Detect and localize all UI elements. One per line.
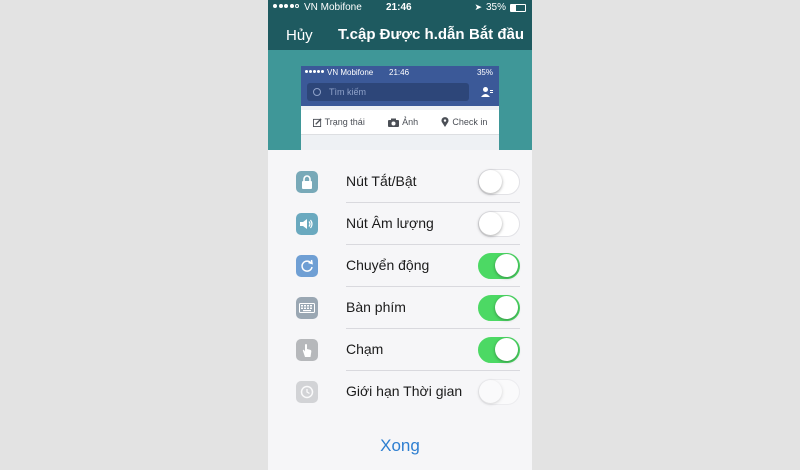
time-limit-toggle[interactable]	[478, 379, 520, 405]
cancel-button[interactable]: Hủy	[286, 27, 313, 44]
touch-toggle[interactable]	[478, 337, 520, 363]
preview-signal-icon	[305, 70, 324, 73]
lock-icon	[296, 171, 318, 193]
preview-time: 21:46	[389, 68, 410, 77]
option-row-volume[interactable]: Nút Âm lượng	[268, 203, 532, 245]
toggle-knob	[495, 254, 518, 277]
option-row-time-limit[interactable]: Giới hạn Thời gian	[268, 371, 532, 413]
option-label: Bàn phím	[346, 299, 406, 315]
preview-battery: 35%	[476, 68, 493, 77]
preview-action-status: Trạng thái	[312, 117, 365, 127]
volume-toggle[interactable]	[478, 211, 520, 237]
preview-action-photo: Ảnh	[388, 117, 418, 127]
battery-icon	[510, 3, 526, 12]
option-row-motion[interactable]: Chuyển động	[268, 245, 532, 287]
preview-action-label: Trạng thái	[324, 117, 365, 127]
nav-bar: Hủy T.cập Được h.dẫn Bắt đầu	[268, 20, 532, 50]
option-row-touch[interactable]: Chạm	[268, 329, 532, 371]
clock-icon	[296, 381, 318, 403]
option-row-sleep-wake[interactable]: Nút Tắt/Bật	[268, 161, 532, 203]
option-label: Chạm	[346, 341, 384, 357]
preview-action-label: Check in	[452, 117, 488, 127]
friend-requests-icon	[481, 87, 493, 97]
done-button[interactable]: Xong	[268, 436, 532, 456]
option-label: Nút Âm lượng	[346, 215, 434, 231]
option-label: Giới hạn Thời gian	[346, 383, 463, 399]
preview-action-label: Ảnh	[402, 117, 419, 127]
app-preview: VN Mobifone 21:46 35% Tìm kiếm Trạng thá…	[301, 66, 499, 156]
preview-status-bar: VN Mobifone 21:46 35%	[301, 66, 499, 80]
guided-access-options-sheet: Nút Tắt/Bật Nút Âm lượng Chuyển động Bàn…	[268, 150, 532, 470]
signal-strength-icon	[273, 4, 299, 8]
rotate-icon	[296, 255, 318, 277]
speaker-icon	[296, 213, 318, 235]
option-label: Chuyển động	[346, 257, 430, 273]
preview-action-checkin: Check in	[441, 117, 487, 127]
toggle-knob	[479, 380, 502, 403]
camera-icon	[388, 118, 400, 127]
preview-search-placeholder: Tìm kiếm	[329, 87, 366, 97]
preview-action-bar: Trạng thái Ảnh Check in	[301, 110, 499, 135]
phone-screen: VN Mobifone 21:46 ➤ 35% Hủy T.cập Được h…	[268, 0, 532, 470]
page-title: T.cập Được h.dẫn	[338, 26, 465, 43]
preview-carrier: VN Mobifone	[327, 68, 374, 77]
keyboard-icon	[296, 297, 318, 319]
location-arrow-icon: ➤	[474, 2, 482, 12]
toggle-knob	[495, 338, 518, 361]
sleep-wake-toggle[interactable]	[478, 169, 520, 195]
search-icon	[313, 88, 321, 96]
option-label: Nút Tắt/Bật	[346, 173, 417, 189]
toggle-knob	[479, 170, 502, 193]
status-bar: VN Mobifone 21:46 ➤ 35%	[268, 0, 532, 16]
touch-hand-icon	[296, 339, 318, 361]
option-row-keyboard[interactable]: Bàn phím	[268, 287, 532, 329]
toggle-knob	[495, 296, 518, 319]
preview-search-input: Tìm kiếm	[307, 83, 469, 101]
location-pin-icon	[441, 117, 449, 127]
preview-search-bar: Tìm kiếm	[301, 80, 499, 106]
motion-toggle[interactable]	[478, 253, 520, 279]
battery-percent: 35%	[485, 2, 506, 13]
toggle-knob	[479, 212, 502, 235]
status-time: 21:46	[386, 2, 412, 13]
keyboard-toggle[interactable]	[478, 295, 520, 321]
edit-icon	[312, 117, 322, 127]
start-button[interactable]: Bắt đầu	[469, 26, 524, 43]
carrier-name: VN Mobifone	[304, 2, 362, 13]
